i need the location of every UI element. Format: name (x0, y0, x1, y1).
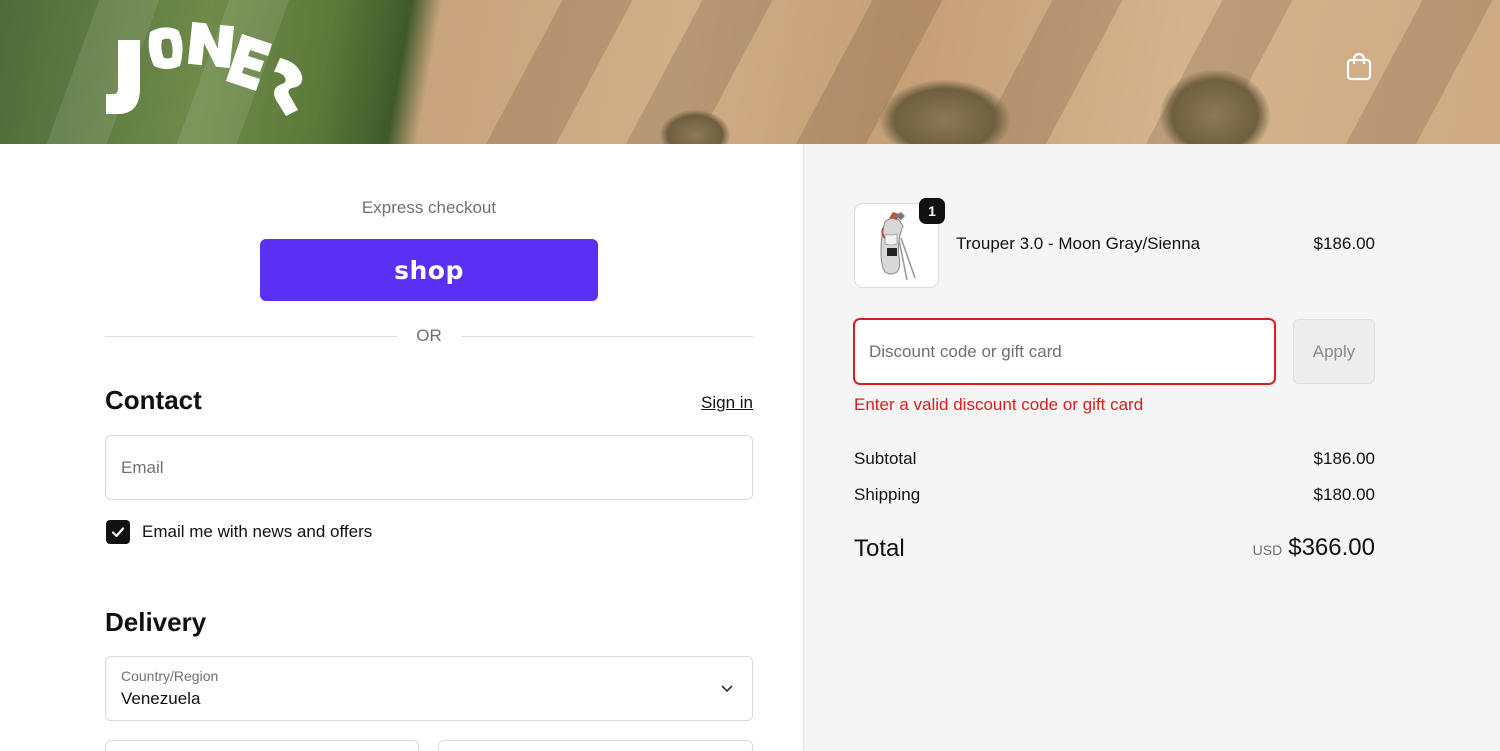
country-label: Country/Region (121, 668, 219, 684)
banner-bush (1160, 70, 1270, 144)
shipping-value: $180.00 (1313, 485, 1375, 504)
newsletter-option[interactable]: Email me with news and offers (106, 520, 372, 544)
divider-line (461, 336, 753, 337)
country-value: Venezuela (121, 689, 201, 708)
contact-title: Contact (105, 385, 202, 415)
banner-bush (880, 80, 1010, 144)
shop-pay-button[interactable]: shop (260, 239, 598, 301)
email-input[interactable] (106, 436, 752, 499)
express-checkout-label: Express checkout (361, 198, 497, 217)
header-banner (0, 0, 1500, 144)
first-name-field[interactable] (105, 740, 419, 751)
shopping-bag-icon (1346, 52, 1372, 81)
newsletter-checkbox[interactable] (106, 520, 130, 544)
total-currency: USD (1252, 542, 1283, 558)
total-value: $366.00 (1288, 534, 1375, 561)
email-field[interactable] (105, 435, 753, 500)
subtotal-value: $186.00 (1313, 449, 1375, 468)
delivery-title: Delivery (105, 607, 207, 637)
subtotal-label: Subtotal (854, 449, 917, 468)
shop-pay-logo: shop (394, 255, 464, 285)
newsletter-label: Email me with news and offers (142, 522, 373, 541)
chevron-down-icon (721, 685, 733, 693)
shipping-label: Shipping (854, 485, 921, 504)
last-name-field[interactable] (438, 740, 753, 751)
order-summary: 1 Trouper 3.0 - Moon Gray/Sienna $186.00… (803, 144, 1500, 751)
discount-input[interactable] (855, 320, 1274, 383)
product-thumbnail: 1 (854, 198, 945, 288)
checkout-form: Express checkout shop OR Contact Sign in… (0, 144, 803, 751)
sign-in-link[interactable]: Sign in (690, 393, 753, 413)
or-divider: OR (105, 324, 753, 348)
product-name: Trouper 3.0 - Moon Gray/Sienna (956, 234, 1201, 253)
discount-field[interactable] (853, 318, 1276, 385)
banner-texture (466, 0, 644, 144)
country-select[interactable]: Country/Region Venezuela (105, 656, 753, 721)
quantity-badge: 1 (919, 198, 945, 224)
checkmark-icon (111, 527, 125, 538)
total-amount: USD $366.00 (1184, 534, 1375, 562)
total-label: Total (854, 535, 905, 562)
discount-error-message: Enter a valid discount code or gift card (854, 395, 1144, 414)
jones-logo[interactable] (104, 20, 309, 118)
cart-button[interactable] (1344, 50, 1374, 82)
apply-discount-button[interactable]: Apply (1293, 319, 1375, 384)
product-price: $186.00 (1313, 234, 1375, 253)
